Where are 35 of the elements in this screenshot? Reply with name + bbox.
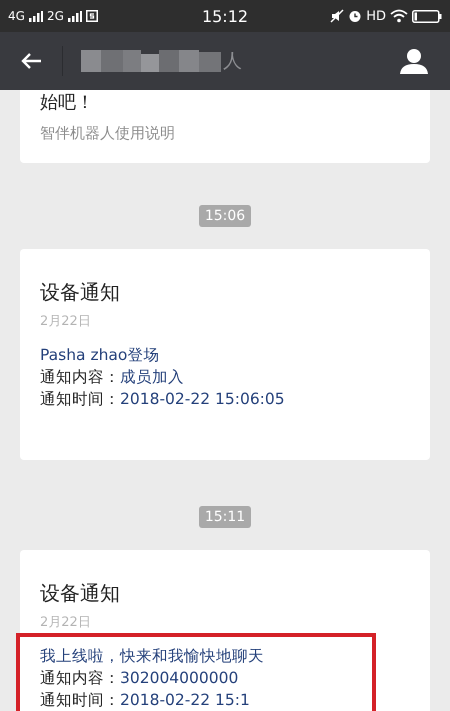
field-label: 通知时间：: [40, 390, 120, 408]
profile-button[interactable]: [398, 46, 430, 76]
notice-title: 设备通知: [40, 580, 121, 607]
notice-headline: Pasha zhao登场: [40, 345, 160, 366]
alarm-icon: [348, 9, 362, 23]
field-label: 通知时间：: [40, 691, 120, 709]
field-label: 通知内容：: [40, 669, 120, 687]
wifi-icon: [390, 9, 408, 23]
clock-time: 15:12: [202, 6, 248, 26]
notice-date: 2月22日: [40, 614, 92, 631]
signal-icon: [68, 10, 82, 22]
timestamp: 15:11: [198, 506, 252, 528]
sim-icon: [86, 10, 98, 22]
notice-title: 设备通知: [40, 279, 121, 306]
mute-icon: [330, 9, 344, 23]
signal-icon: [28, 10, 43, 22]
field-label: 通知内容：: [40, 368, 120, 386]
notice-date: 2月22日: [40, 313, 92, 330]
back-arrow-icon: [20, 52, 42, 70]
timestamp: 15:06: [198, 205, 252, 227]
network-label: 2G: [46, 9, 64, 23]
field-value: 2018-02-22 15:1: [120, 691, 250, 709]
field-value: 302004000000: [120, 669, 238, 687]
message-card[interactable]: 设备通知 2月22日 Pasha zhao登场 通知内容：成员加入 通知时间：2018-02-22 15:06:05: [20, 249, 430, 460]
person-icon: [400, 48, 428, 74]
notice-headline: 我上线啦，快来和我愉快地聊天: [40, 646, 265, 667]
hd-label: HD: [366, 8, 386, 24]
field-value: 2018-02-22 15:06:05: [120, 390, 285, 408]
chat-title: 人: [223, 49, 242, 74]
article-link: 智伴机器人使用说明: [40, 124, 176, 143]
article-text: 始吧！: [40, 91, 95, 115]
message-card[interactable]: 始吧！ 智伴机器人使用说明: [20, 90, 430, 163]
network-label: 4G: [8, 9, 25, 23]
field-value: 成员加入: [120, 368, 184, 386]
battery-icon: [412, 10, 442, 22]
